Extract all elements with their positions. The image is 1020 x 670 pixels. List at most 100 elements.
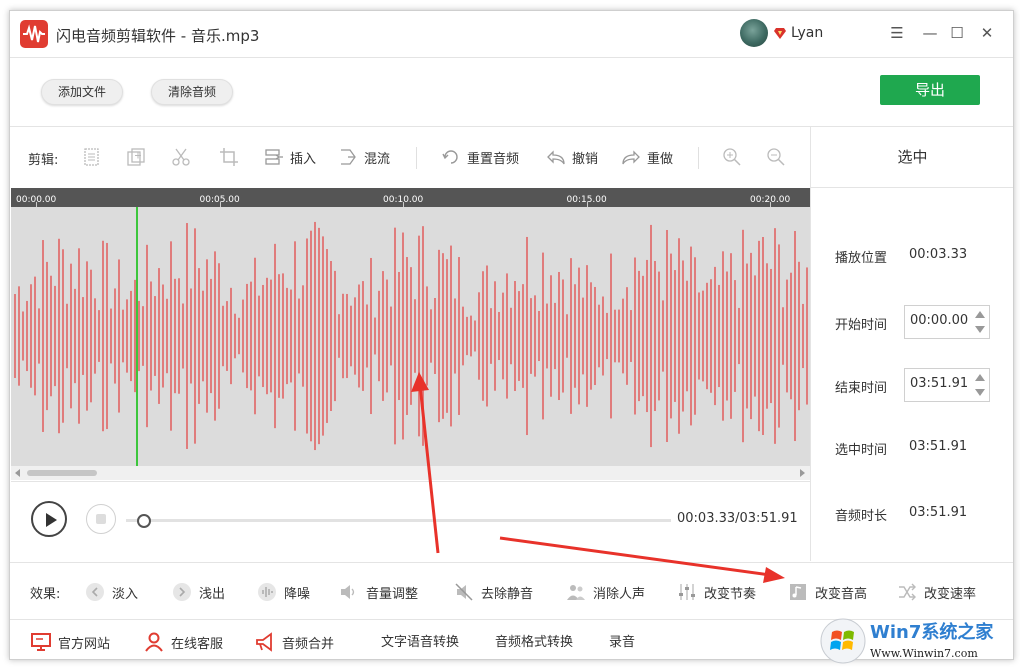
- stop-button[interactable]: [86, 504, 116, 534]
- support-link[interactable]: 在线客服: [143, 631, 223, 653]
- zoom-in-icon: [722, 147, 742, 167]
- start-time-value[interactable]: 00:00.00: [910, 313, 968, 328]
- tts-link[interactable]: 文字语音转换: [381, 631, 459, 650]
- end-time-value[interactable]: 03:51.91: [910, 376, 968, 391]
- redo-button[interactable]: 重做: [621, 145, 673, 169]
- scroll-right-icon[interactable]: [800, 469, 806, 477]
- end-time-stepper[interactable]: 03:51.91: [904, 368, 990, 402]
- waveform-bar: [182, 303, 184, 368]
- waveform-bar: [522, 284, 524, 388]
- selection-tab[interactable]: 选中: [811, 127, 1014, 188]
- change-pitch-button[interactable]: 改变音高: [788, 581, 867, 603]
- waveform-bar: [722, 251, 724, 420]
- waveform-bar: [186, 223, 188, 449]
- waveform-bar: [86, 261, 88, 410]
- waveform-bar: [566, 314, 568, 357]
- merge-link[interactable]: 音频合并: [254, 631, 334, 653]
- scroll-left-icon[interactable]: [15, 469, 21, 477]
- waveform-bar: [558, 272, 560, 400]
- waveform-bar: [326, 249, 328, 423]
- zoom-out-button[interactable]: [766, 145, 786, 169]
- waveform-area[interactable]: [11, 207, 810, 466]
- spin-down-icon[interactable]: [975, 326, 985, 333]
- fade-out-button[interactable]: 浅出: [172, 581, 225, 603]
- user-avatar[interactable]: [740, 19, 768, 47]
- scroll-thumb[interactable]: [27, 470, 97, 476]
- add-file-button[interactable]: 添加文件: [41, 79, 123, 105]
- spin-down-icon[interactable]: [975, 389, 985, 396]
- record-link[interactable]: 录音: [609, 631, 635, 650]
- horizontal-scrollbar[interactable]: [11, 466, 810, 480]
- format-convert-link[interactable]: 音频格式转换: [495, 631, 573, 650]
- copy-icon: [82, 147, 102, 167]
- playhead-cursor[interactable]: [136, 207, 138, 466]
- waveform-bar: [582, 298, 584, 375]
- minimize-icon[interactable]: —: [919, 22, 941, 44]
- waveform-bar: [458, 257, 460, 415]
- waveform-bar: [194, 228, 196, 443]
- maximize-icon[interactable]: ☐: [946, 22, 968, 44]
- reset-audio-button[interactable]: 重置音频: [441, 145, 519, 169]
- progress-knob[interactable]: [137, 514, 151, 528]
- spin-up-icon[interactable]: [975, 374, 985, 381]
- export-button[interactable]: 导出: [880, 75, 980, 105]
- undo-button[interactable]: 撤销: [546, 145, 598, 169]
- waveform-bar: [738, 308, 740, 364]
- waveform-bar: [670, 254, 672, 419]
- waveform-bar: [734, 280, 736, 392]
- waveform-bar: [266, 278, 268, 394]
- waveform-bar: [26, 301, 28, 371]
- close-icon[interactable]: ✕: [976, 22, 998, 44]
- effects-label: 效果:: [30, 581, 60, 603]
- waveform-bar: [350, 306, 352, 367]
- waveform-bar: [562, 279, 564, 392]
- crop-button[interactable]: [219, 145, 239, 169]
- waveform-bar: [550, 275, 552, 396]
- duration-value: 03:51.91: [909, 505, 967, 520]
- waveform-bar: [794, 231, 796, 441]
- remove-voice-button[interactable]: 消除人声: [566, 581, 645, 603]
- waveform-bar: [638, 271, 640, 401]
- zoom-in-button[interactable]: [722, 145, 742, 169]
- copy-button[interactable]: [82, 145, 102, 169]
- waveform[interactable]: [11, 207, 810, 466]
- waveform-bar: [454, 298, 456, 373]
- cut-button[interactable]: [171, 145, 191, 169]
- spin-up-icon[interactable]: [975, 311, 985, 318]
- start-time-stepper[interactable]: 00:00.00: [904, 305, 990, 339]
- mix-button[interactable]: 混流: [338, 145, 390, 169]
- waveform-bar: [34, 277, 36, 396]
- waveform-bar: [306, 238, 308, 433]
- waveform-bar: [90, 270, 92, 403]
- username[interactable]: Lyan: [791, 25, 823, 41]
- denoise-button[interactable]: 降噪: [257, 581, 310, 603]
- website-link[interactable]: 官方网站: [30, 631, 110, 653]
- change-tempo-button[interactable]: 改变节奏: [677, 581, 756, 603]
- change-speed-button[interactable]: 改变速率: [897, 581, 976, 603]
- waveform-bar: [610, 254, 612, 419]
- waveform-bar: [774, 228, 776, 444]
- reset-icon: [441, 147, 461, 167]
- paste-button[interactable]: [126, 145, 146, 169]
- menu-icon[interactable]: ☰: [886, 22, 908, 44]
- waveform-bar: [490, 308, 492, 364]
- waveform-bar: [594, 287, 596, 385]
- waveform-bar: [270, 280, 272, 393]
- play-button[interactable]: [31, 501, 67, 537]
- waveform-bar: [238, 318, 240, 354]
- waveform-bar: [690, 247, 692, 426]
- waveform-bar: [786, 280, 788, 393]
- volume-adjust-button[interactable]: 音量调整: [339, 581, 418, 603]
- waveform-bar: [658, 272, 660, 401]
- waveform-bar: [706, 283, 708, 389]
- remove-silence-button[interactable]: 去除静音: [454, 581, 533, 603]
- waveform-bar: [642, 276, 644, 396]
- waveform-bar: [758, 241, 760, 431]
- progress-track[interactable]: [126, 519, 671, 522]
- waveform-bar: [406, 257, 408, 415]
- time-ruler[interactable]: 00:00.0000:05.0000:10.0000:15.0000:20.00: [11, 188, 810, 207]
- waveform-bar: [246, 284, 248, 388]
- clear-audio-button[interactable]: 清除音频: [151, 79, 233, 105]
- insert-button[interactable]: 插入: [264, 145, 316, 169]
- fade-in-button[interactable]: 淡入: [85, 581, 138, 603]
